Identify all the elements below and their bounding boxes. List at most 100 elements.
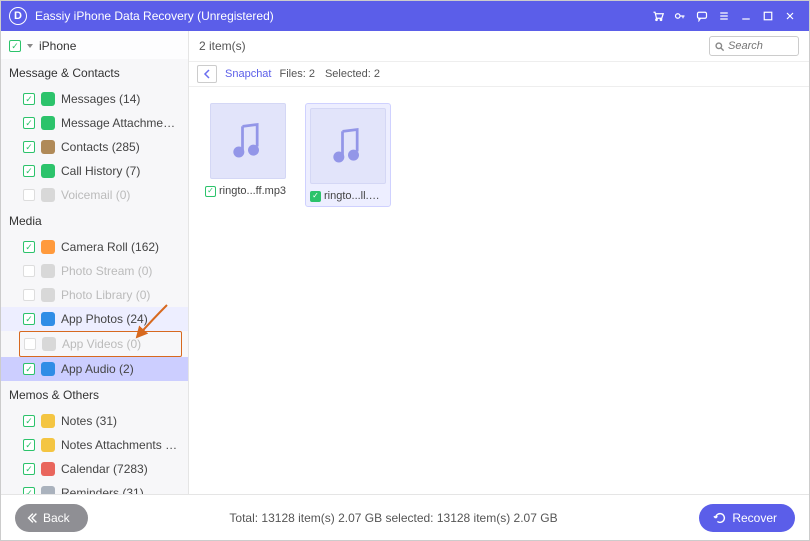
video-icon (42, 337, 56, 351)
back-button-label: Back (43, 511, 70, 525)
footer-summary: Total: 13128 item(s) 2.07 GB selected: 1… (88, 511, 700, 525)
search-input[interactable] (709, 36, 799, 56)
item-checkbox[interactable] (23, 439, 35, 451)
section-header: Memos & Others (1, 381, 188, 409)
sidebar-item[interactable]: Notes Attachments (24) (1, 433, 188, 457)
sidebar-item[interactable]: Message Attachments... (1, 111, 188, 135)
music-note-icon (210, 103, 286, 179)
item-label: Reminders (31) (61, 486, 144, 494)
item-label: Photo Library (0) (61, 288, 150, 302)
breadcrumb-back-button[interactable] (197, 65, 217, 83)
chevron-down-icon (27, 44, 33, 48)
close-icon[interactable] (779, 5, 801, 27)
item-checkbox[interactable] (23, 487, 35, 494)
item-checkbox[interactable] (23, 141, 35, 153)
thumb-checkbox[interactable] (310, 191, 321, 202)
item-checkbox[interactable] (23, 363, 35, 375)
titlebar: D Eassiy iPhone Data Recovery (Unregiste… (1, 1, 809, 31)
music-note-icon (310, 108, 386, 184)
breadcrumb-folder[interactable]: Snapchat (225, 68, 271, 80)
attachment-icon (41, 116, 55, 130)
window-title: Eassiy iPhone Data Recovery (Unregistere… (35, 9, 274, 23)
cloud-icon (41, 264, 55, 278)
app-photos-icon (41, 312, 55, 326)
sidebar-item[interactable]: Messages (14) (1, 87, 188, 111)
phone-icon (41, 164, 55, 178)
item-label: Photo Stream (0) (61, 264, 152, 278)
sidebar-item[interactable]: App Photos (24) (1, 307, 188, 331)
sidebar-item: App Videos (0) (19, 331, 182, 357)
item-checkbox (23, 189, 35, 201)
item-checkbox[interactable] (23, 93, 35, 105)
footer: Back Total: 13128 item(s) 2.07 GB select… (1, 494, 809, 540)
section-header: Message & Contacts (1, 59, 188, 87)
calendar-icon (41, 462, 55, 476)
thumbnail-grid: ringto...ff.mp3 ringto...ll.mp3 (189, 87, 809, 494)
item-checkbox[interactable] (23, 415, 35, 427)
photo-icon (41, 288, 55, 302)
item-label: Notes (31) (61, 414, 117, 428)
sidebar-item[interactable]: App Audio (2) (1, 357, 188, 381)
thumb-checkbox[interactable] (205, 186, 216, 197)
sidebar-item: Voicemail (0) (1, 183, 188, 207)
file-thumbnail[interactable]: ringto...ll.mp3 (305, 103, 391, 207)
audio-icon (41, 362, 55, 376)
chat-icon[interactable] (691, 5, 713, 27)
root-checkbox[interactable] (9, 40, 21, 52)
item-checkbox (24, 338, 36, 350)
item-label: Call History (7) (61, 164, 140, 178)
sidebar-root[interactable]: iPhone (1, 31, 188, 59)
breadcrumb-files: Files: 2 (279, 68, 314, 80)
item-label: Contacts (285) (61, 140, 140, 154)
item-label: App Videos (0) (62, 337, 141, 351)
sidebar-item[interactable]: Call History (7) (1, 159, 188, 183)
item-checkbox[interactable] (23, 463, 35, 475)
item-checkbox (23, 289, 35, 301)
sidebar-item: Photo Library (0) (1, 283, 188, 307)
item-count: 2 item(s) (199, 39, 709, 53)
item-label: Camera Roll (162) (61, 240, 159, 254)
breadcrumb: Snapchat Files: 2 Selected: 2 (189, 61, 809, 87)
section-header: Media (1, 207, 188, 235)
item-checkbox[interactable] (23, 165, 35, 177)
sidebar-item[interactable]: Reminders (31) (1, 481, 188, 494)
sidebar-item[interactable]: Calendar (7283) (1, 457, 188, 481)
sidebar-item[interactable]: Notes (31) (1, 409, 188, 433)
recover-button-label: Recover (732, 511, 777, 525)
minimize-icon[interactable] (735, 5, 757, 27)
item-label: App Photos (24) (61, 312, 148, 326)
cart-icon[interactable] (647, 5, 669, 27)
menu-icon[interactable] (713, 5, 735, 27)
item-checkbox[interactable] (23, 117, 35, 129)
root-label: iPhone (39, 39, 76, 53)
file-thumbnail[interactable]: ringto...ff.mp3 (205, 103, 291, 197)
voicemail-icon (41, 188, 55, 202)
back-button[interactable]: Back (15, 504, 88, 532)
search-field[interactable] (728, 40, 788, 52)
sidebar-item[interactable]: Contacts (285) (1, 135, 188, 159)
camera-icon (41, 240, 55, 254)
item-label: Notes Attachments (24) (61, 438, 180, 452)
sidebar: iPhone Message & Contacts Messages (14) Me… (1, 31, 189, 494)
item-checkbox[interactable] (23, 313, 35, 325)
messages-icon (41, 92, 55, 106)
app-logo: D (9, 7, 27, 25)
file-name: ringto...ll.mp3 (324, 190, 386, 202)
sidebar-item: Photo Stream (0) (1, 259, 188, 283)
contacts-icon (41, 140, 55, 154)
notes-attach-icon (41, 438, 55, 452)
item-label: Voicemail (0) (61, 188, 130, 202)
sidebar-item[interactable]: Camera Roll (162) (1, 235, 188, 259)
item-label: Messages (14) (61, 92, 140, 106)
file-name: ringto...ff.mp3 (219, 185, 291, 197)
item-checkbox (23, 265, 35, 277)
content-pane: 2 item(s) Snapchat Files: 2 Selected: 2 … (189, 31, 809, 494)
key-icon[interactable] (669, 5, 691, 27)
item-checkbox[interactable] (23, 241, 35, 253)
item-label: Message Attachments... (61, 116, 180, 130)
maximize-icon[interactable] (757, 5, 779, 27)
item-label: Calendar (7283) (61, 462, 148, 476)
item-label: App Audio (2) (61, 362, 134, 376)
recover-button[interactable]: Recover (699, 504, 795, 532)
notes-icon (41, 414, 55, 428)
